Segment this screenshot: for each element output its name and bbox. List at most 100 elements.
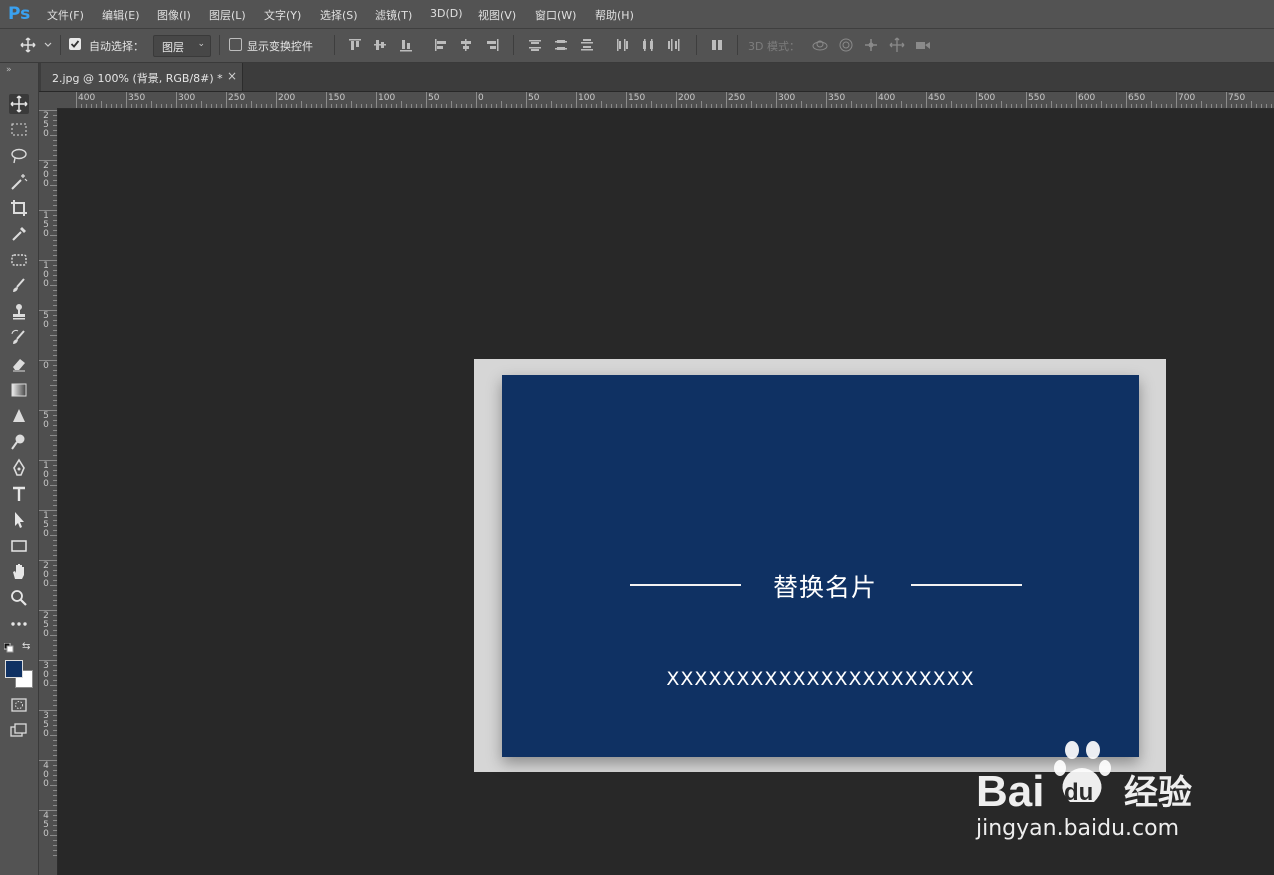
pen-tool-icon[interactable]: [9, 458, 29, 478]
ruler-minor-tick: [291, 104, 292, 108]
menu-window[interactable]: 窗口(W): [535, 7, 576, 23]
ruler-minor-tick: [53, 125, 57, 126]
default-colors-icon[interactable]: [3, 642, 14, 653]
ruler-minor-tick: [916, 104, 917, 108]
ruler-minor-tick: [566, 104, 567, 108]
type-tool-icon[interactable]: [9, 484, 29, 504]
ruler-minor-tick: [706, 104, 707, 108]
ruler-minor-tick: [53, 515, 57, 516]
path-selection-tool-icon[interactable]: [9, 510, 29, 530]
horizontal-ruler[interactable]: 400 350 300 250 200 150 100 50 0 50 100 150 200 250 30…: [58, 92, 1274, 109]
crop-tool-icon[interactable]: [9, 198, 29, 218]
swap-colors-icon[interactable]: ⇆: [22, 641, 34, 653]
ruler-minor-tick: [761, 104, 762, 108]
3d-orbit-icon[interactable]: [811, 37, 828, 53]
menu-view[interactable]: 视图(V): [478, 7, 516, 23]
ruler-origin[interactable]: [39, 92, 59, 109]
lasso-tool-icon[interactable]: [9, 146, 29, 166]
ruler-minor-tick: [251, 101, 252, 108]
distribute-top-edges-icon[interactable]: [527, 37, 543, 53]
ruler-minor-tick: [606, 104, 607, 108]
ruler-minor-tick: [731, 104, 732, 108]
3d-pan-icon[interactable]: [863, 37, 879, 53]
ruler-minor-tick: [271, 104, 272, 108]
align-vertical-centers-icon[interactable]: [372, 37, 388, 53]
distribute-horizontal-centers-icon[interactable]: [640, 37, 656, 53]
3d-scale-camera-icon[interactable]: [914, 37, 930, 53]
menu-type[interactable]: 文字(Y): [264, 7, 301, 23]
move-tool-icon[interactable]: [9, 94, 29, 114]
auto-select-target-dropdown[interactable]: 图层 ⌄: [153, 35, 211, 57]
ruler-minor-tick: [221, 104, 222, 108]
align-bottom-edges-icon[interactable]: [398, 37, 414, 53]
vertical-ruler[interactable]: 250 200 150 100 50 0 50 100 150 200 250 300 350 400 45…: [39, 108, 58, 875]
quick-mask-icon[interactable]: [9, 695, 29, 715]
menu-edit[interactable]: 编辑(E): [102, 7, 140, 23]
close-icon[interactable]: ×: [227, 69, 237, 83]
document-tab[interactable]: 2.jpg @ 100% (背景, RGB/8#) * ×: [41, 63, 243, 91]
menu-select[interactable]: 选择(S): [320, 7, 358, 23]
screen-mode-icon[interactable]: [9, 721, 29, 741]
menu-filter[interactable]: 滤镜(T): [375, 7, 412, 23]
more-tools-icon[interactable]: [9, 614, 29, 634]
chevron-down-icon[interactable]: [43, 40, 53, 50]
3d-roll-icon[interactable]: [838, 37, 854, 53]
ruler-minor-tick: [1146, 104, 1147, 108]
brush-tool-icon[interactable]: [9, 276, 29, 296]
ruler-minor-tick: [446, 104, 447, 108]
ruler-major-tick: [876, 92, 877, 108]
ruler-minor-tick: [811, 104, 812, 108]
ruler-minor-tick: [641, 104, 642, 108]
ruler-minor-tick: [181, 104, 182, 108]
auto-select-checkbox[interactable]: [69, 38, 81, 50]
ruler-minor-tick: [146, 104, 147, 108]
3d-slide-icon[interactable]: [889, 37, 905, 53]
dodge-tool-icon[interactable]: [9, 432, 29, 452]
menu-file[interactable]: 文件(F): [47, 7, 84, 23]
align-left-edges-icon[interactable]: [433, 37, 449, 53]
ruler-minor-tick: [481, 104, 482, 108]
marquee-tool-icon[interactable]: [9, 120, 29, 140]
distribute-right-edges-icon[interactable]: [666, 37, 682, 53]
card-subtitle: XXXXXXXXXXXXXXXXXXXXXX: [666, 668, 975, 690]
hand-tool-icon[interactable]: [9, 562, 29, 582]
eraser-tool-icon[interactable]: [9, 354, 29, 374]
ruler-minor-tick: [53, 255, 57, 256]
foreground-color-swatch[interactable]: [5, 660, 23, 678]
ruler-minor-tick: [53, 545, 57, 546]
align-horizontal-centers-icon[interactable]: [458, 37, 474, 53]
zoom-tool-icon[interactable]: [9, 588, 29, 608]
auto-align-layers-icon[interactable]: [709, 37, 725, 53]
ruler-minor-tick: [50, 485, 57, 486]
blur-tool-icon[interactable]: [9, 406, 29, 426]
eyedropper-tool-icon[interactable]: [9, 224, 29, 244]
distribute-vertical-centers-icon[interactable]: [553, 37, 569, 53]
menu-image[interactable]: 图像(I): [157, 7, 191, 23]
gradient-tool-icon[interactable]: [9, 380, 29, 400]
ruler-minor-tick: [53, 225, 57, 226]
show-transform-controls-checkbox[interactable]: [229, 38, 242, 51]
history-brush-tool-icon[interactable]: [9, 328, 29, 348]
rectangle-tool-icon[interactable]: [9, 536, 29, 556]
ruler-minor-tick: [961, 104, 962, 108]
menu-help[interactable]: 帮助(H): [595, 7, 634, 23]
ruler-minor-tick: [366, 104, 367, 108]
align-top-edges-icon[interactable]: [347, 37, 363, 53]
clone-stamp-tool-icon[interactable]: [9, 302, 29, 322]
ruler-minor-tick: [53, 815, 57, 816]
distribute-left-edges-icon[interactable]: [614, 37, 630, 53]
ruler-minor-tick: [1056, 104, 1057, 108]
magic-wand-tool-icon[interactable]: [9, 172, 29, 192]
ruler-minor-tick: [491, 104, 492, 108]
document-canvas[interactable]: 替换名片 XXXXXXXXXXXXXXXXXXXXXX: [474, 359, 1166, 772]
move-tool-preset-icon[interactable]: [20, 37, 36, 53]
menu-layer[interactable]: 图层(L): [209, 7, 246, 23]
ruler-minor-tick: [53, 275, 57, 276]
collapse-panel-icon[interactable]: »: [6, 65, 12, 75]
distribute-bottom-edges-icon[interactable]: [579, 37, 595, 53]
align-right-edges-icon[interactable]: [484, 37, 500, 53]
healing-brush-tool-icon[interactable]: [9, 250, 29, 270]
ruler-minor-tick: [53, 675, 57, 676]
menu-3d[interactable]: 3D(D): [430, 7, 463, 20]
ruler-minor-tick: [901, 101, 902, 108]
